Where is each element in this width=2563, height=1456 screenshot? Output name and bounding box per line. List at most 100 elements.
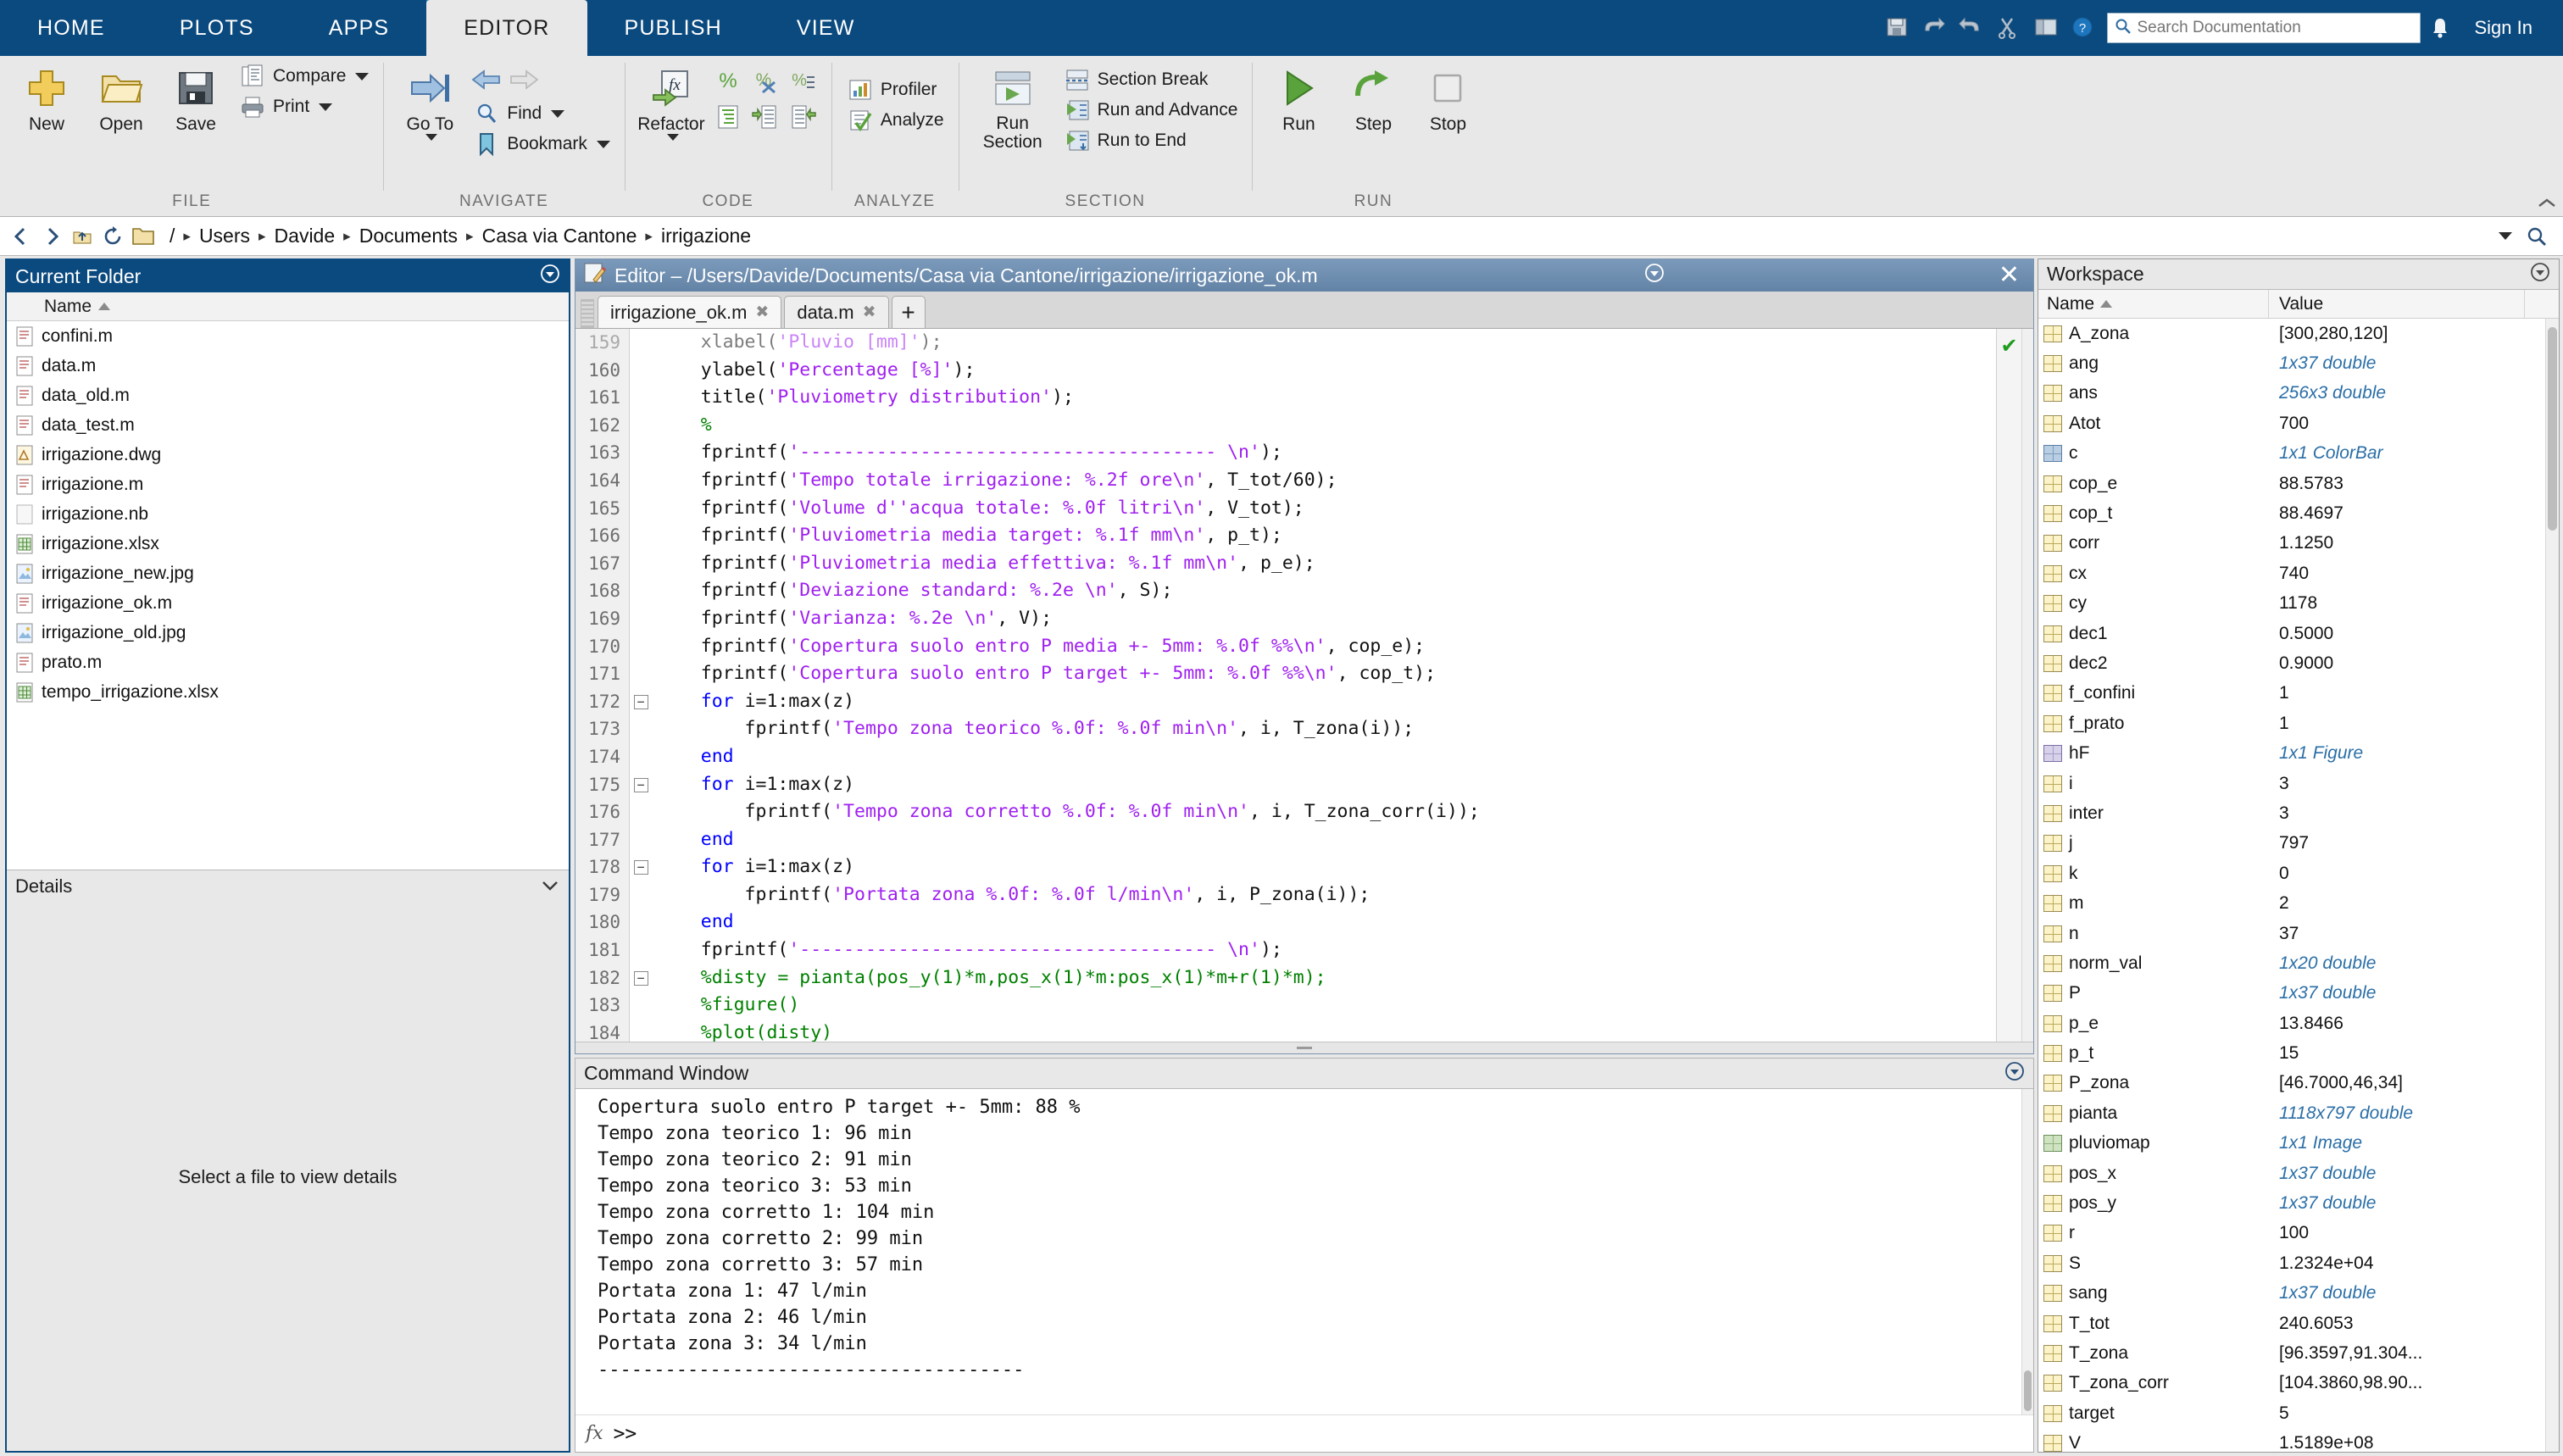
help-icon[interactable]: ? (2070, 15, 2099, 41)
code-fold-column[interactable]: − − − − (630, 329, 652, 1042)
run-section-button[interactable]: Run Section (969, 61, 1057, 152)
table-row[interactable]: A_zona [300,280,120] (2038, 319, 2545, 348)
editor-splitter[interactable] (575, 1042, 2033, 1053)
run-to-end-button[interactable]: Run to End (1059, 125, 1243, 156)
table-row[interactable]: corr 1.1250 (2038, 529, 2545, 559)
tab-apps[interactable]: APPS (292, 0, 427, 56)
chevron-down-icon[interactable] (540, 875, 560, 897)
table-row[interactable]: Atot 700 (2038, 408, 2545, 438)
scrollbar-thumb[interactable] (2548, 327, 2557, 531)
back-arrow-icon[interactable] (468, 61, 505, 98)
table-row[interactable]: sang 1x37 double (2038, 1279, 2545, 1309)
redo-icon[interactable] (1958, 15, 1987, 41)
tab-view[interactable]: VIEW (759, 0, 892, 56)
table-row[interactable]: pos_y 1x37 double (2038, 1188, 2545, 1218)
workspace-scrollbar[interactable] (2545, 319, 2559, 1452)
sign-in-link[interactable]: Sign In (2466, 17, 2549, 39)
new-tab-button[interactable]: + (891, 296, 926, 328)
ribbon-collapse-icon[interactable] (2536, 192, 2558, 214)
command-window-options-icon[interactable] (2004, 1061, 2025, 1086)
code-text[interactable]: xlabel('Pluvio [mm]'); ylabel('Percentag… (652, 329, 1996, 1042)
editor-tab-grip[interactable] (581, 299, 594, 328)
list-item[interactable]: irrigazione.nb (7, 499, 569, 529)
table-row[interactable]: c 1x1 ColorBar (2038, 439, 2545, 469)
path-up-icon[interactable] (69, 224, 95, 249)
table-row[interactable]: target 5 (2038, 1398, 2545, 1428)
workspace-name-column[interactable]: Name (2038, 290, 2269, 318)
table-row[interactable]: T_zona [96.3597,91.304... (2038, 1338, 2545, 1368)
breadcrumb-casa-via-cantone[interactable]: Casa via Cantone (474, 225, 646, 247)
table-row[interactable]: m2 (2038, 888, 2545, 918)
table-row[interactable]: pos_x 1x37 double (2038, 1159, 2545, 1188)
increase-indent-icon[interactable] (747, 98, 784, 136)
table-row[interactable]: pluviomap 1x1 Image (2038, 1129, 2545, 1159)
undo-icon[interactable] (1921, 15, 1949, 41)
tab-publish[interactable]: PUBLISH (587, 0, 759, 56)
table-row[interactable]: r 100 (2038, 1219, 2545, 1248)
editor-options-icon[interactable] (1644, 263, 1665, 288)
path-dropdown-icon[interactable] (2499, 232, 2512, 240)
table-row[interactable]: P 1x37 double (2038, 979, 2545, 1009)
editor-tab-irrigazione-ok[interactable]: irrigazione_ok.m ✖ (598, 296, 782, 328)
breadcrumb-root[interactable]: / (161, 225, 183, 247)
analyze-button[interactable]: Analyze (842, 105, 948, 136)
list-item[interactable]: irrigazione_old.jpg (7, 618, 569, 647)
smart-indent-icon[interactable] (709, 98, 747, 136)
table-row[interactable]: norm_val 1x20 double (2038, 948, 2545, 978)
search-input[interactable] (2137, 19, 2413, 37)
save-button[interactable]: Save (159, 61, 232, 134)
path-forward-icon[interactable] (39, 224, 64, 249)
run-and-advance-button[interactable]: Run and Advance (1059, 95, 1243, 125)
table-row[interactable]: T_zona_corr [104.3860,98.90... (2038, 1369, 2545, 1398)
table-row[interactable]: j 797 (2038, 829, 2545, 859)
layout-icon[interactable] (2032, 15, 2061, 41)
notification-bell-icon[interactable] (2429, 15, 2458, 41)
table-row[interactable]: ang 1x37 double (2038, 348, 2545, 378)
chevron-down-icon[interactable] (666, 134, 679, 142)
table-row[interactable]: cop_t 88.4697 (2038, 498, 2545, 528)
breadcrumb-davide[interactable]: Davide (266, 225, 344, 247)
editor-tab-data[interactable]: data.m ✖ (784, 296, 889, 328)
list-item[interactable]: confini.m (7, 321, 569, 351)
close-icon[interactable]: ✖ (863, 303, 876, 322)
table-row[interactable]: hF 1x1 Figure (2038, 738, 2545, 768)
chevron-down-icon[interactable] (425, 134, 438, 142)
table-row[interactable]: dec1 0.5000 (2038, 619, 2545, 648)
workspace-table[interactable]: A_zona [300,280,120] ang 1x37 double ans 256x… (2038, 319, 2559, 1452)
section-break-button[interactable]: Section Break (1059, 64, 1243, 95)
comment-percent-icon[interactable]: % (709, 61, 747, 98)
code-fold-toggle[interactable]: − (630, 853, 652, 881)
table-row[interactable]: cx 740 (2038, 559, 2545, 588)
search-documentation[interactable] (2106, 13, 2421, 43)
tab-home[interactable]: HOME (0, 0, 142, 56)
table-row[interactable]: V 1.5189e+08 (2038, 1428, 2545, 1452)
print-button[interactable]: Print (234, 92, 373, 122)
command-prompt-row[interactable]: fx >> (575, 1414, 2033, 1452)
command-window-body[interactable]: Copertura suolo entro P target +- 5mm: 8… (575, 1089, 2033, 1414)
workspace-value-column[interactable]: Value (2269, 290, 2525, 318)
path-back-icon[interactable] (8, 224, 34, 249)
table-row[interactable]: S 1.2324e+04 (2038, 1248, 2545, 1278)
breadcrumb-users[interactable]: Users (191, 225, 259, 247)
code-area[interactable]: 159 160 161 162 163 164 165 166 167 168 169 170 171 1… (575, 329, 2033, 1042)
compare-button[interactable]: Compare (234, 61, 373, 92)
breadcrumb-documents[interactable]: Documents (351, 225, 466, 247)
table-row[interactable]: pianta 1118x797 double (2038, 1098, 2545, 1128)
wrap-comments-icon[interactable]: % (784, 61, 821, 98)
table-row[interactable]: ans 256x3 double (2038, 379, 2545, 408)
find-button[interactable]: Find (468, 98, 614, 129)
list-item[interactable]: irrigazione_ok.m (7, 588, 569, 618)
chevron-down-icon[interactable] (551, 109, 565, 118)
cut-icon[interactable] (1995, 15, 2024, 41)
decrease-indent-icon[interactable] (784, 98, 821, 136)
table-row[interactable]: p_t 15 (2038, 1038, 2545, 1068)
table-row[interactable]: T_tot 240.6053 (2038, 1309, 2545, 1338)
save-icon[interactable] (1883, 15, 1912, 41)
chevron-down-icon[interactable] (319, 103, 333, 111)
open-button[interactable]: Open (85, 61, 158, 134)
current-folder-options-icon[interactable] (540, 264, 560, 289)
current-folder-column-header[interactable]: Name (7, 292, 569, 321)
table-row[interactable]: f_confini 1 (2038, 679, 2545, 709)
chevron-down-icon[interactable] (596, 140, 610, 148)
breadcrumb-irrigazione[interactable]: irrigazione (653, 225, 759, 247)
